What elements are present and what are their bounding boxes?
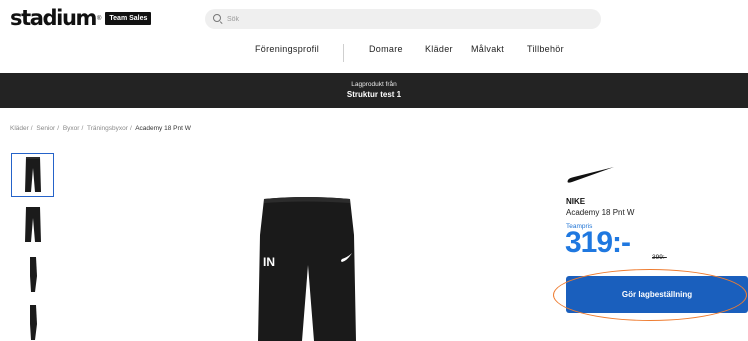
breadcrumb-separator: / — [57, 125, 60, 132]
product-price: 319:- — [565, 226, 631, 259]
search-input[interactable] — [227, 15, 587, 23]
breadcrumb-item-byxor[interactable]: Byxor — [63, 125, 80, 132]
pants-image — [258, 197, 356, 341]
breadcrumb-item-klader[interactable]: Kläder — [10, 125, 29, 132]
thumbnail-side[interactable] — [11, 253, 54, 297]
pants-print-text: IN — [263, 255, 275, 269]
thumbnail-front[interactable] — [11, 153, 54, 197]
nav-item-tillbehor[interactable]: Tillbehör — [527, 44, 564, 54]
registered-mark: ® — [96, 15, 102, 22]
banner-subtitle: Lagprodukt från — [351, 81, 397, 88]
nike-swoosh-icon — [567, 167, 614, 183]
main-nav: Föreningsprofil Domare Kläder Målvakt Ti… — [0, 44, 748, 62]
nav-item-foreningsprofil[interactable]: Föreningsprofil — [255, 44, 319, 54]
thumbnail-side-back[interactable] — [11, 300, 54, 341]
nav-divider — [343, 44, 344, 62]
search-icon — [213, 14, 223, 24]
banner-title: Struktur test 1 — [346, 90, 402, 99]
breadcrumb-separator: / — [129, 125, 132, 132]
nav-item-klader[interactable]: Kläder — [425, 44, 453, 54]
logo-wordmark: stadium — [10, 6, 97, 30]
nav-item-malvakt[interactable]: Målvakt — [471, 44, 504, 54]
product-name: Academy 18 Pnt W — [566, 208, 635, 217]
pants-thumbnail-image — [24, 157, 41, 192]
stadium-logo[interactable]: stadium ® Team Sales — [10, 6, 152, 30]
breadcrumb-item-senior[interactable]: Senior — [36, 125, 55, 132]
pants-thumbnail-image — [29, 305, 37, 340]
thumbnail-back[interactable] — [11, 203, 54, 247]
original-price: 399:- — [652, 254, 667, 261]
breadcrumb-current: Academy 18 Pnt W — [135, 125, 191, 132]
search-bar[interactable] — [205, 9, 601, 29]
breadcrumb-item-traningsbyxor[interactable]: Träningsbyxor — [87, 125, 128, 132]
breadcrumb-separator: / — [30, 125, 33, 132]
team-product-banner: Lagprodukt från Struktur test 1 — [0, 73, 748, 108]
breadcrumb: Kläder / Senior / Byxor / Träningsbyxor / Ac… — [10, 125, 191, 132]
team-order-button[interactable]: Gör lagbeställning — [566, 276, 748, 313]
breadcrumb-separator: / — [81, 125, 84, 132]
pants-thumbnail-image — [29, 257, 37, 292]
site-header: stadium ® Team Sales — [0, 0, 748, 40]
nav-item-domare[interactable]: Domare — [369, 44, 403, 54]
team-sales-badge: Team Sales — [105, 12, 152, 25]
product-brand: NIKE — [566, 197, 586, 206]
pants-thumbnail-image — [24, 207, 41, 242]
product-main-image[interactable]: IN — [230, 195, 380, 341]
